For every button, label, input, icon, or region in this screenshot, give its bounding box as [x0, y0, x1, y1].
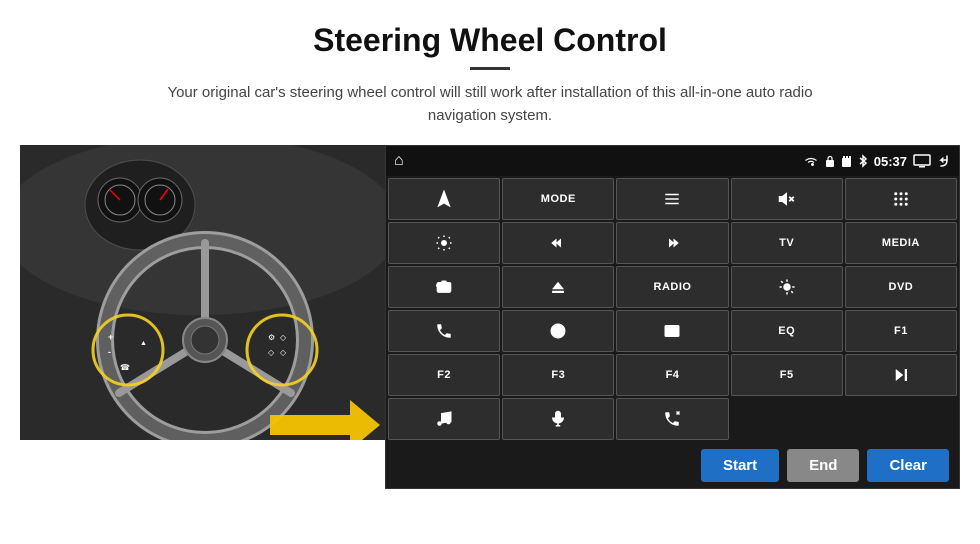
- ctrl-btn-next[interactable]: [616, 222, 728, 264]
- svg-text:360: 360: [437, 283, 443, 287]
- start-button[interactable]: Start: [701, 449, 779, 482]
- title-divider: [470, 67, 510, 70]
- ctrl-btn-phonecall[interactable]: [616, 398, 728, 440]
- control-panel: ⌂: [385, 145, 960, 489]
- ctrl-btn-empty2[interactable]: [845, 398, 957, 440]
- screen-icon: [913, 154, 931, 168]
- ctrl-btn-dvd[interactable]: DVD: [845, 266, 957, 308]
- ctrl-btn-settings[interactable]: [388, 222, 500, 264]
- svg-text:▲: ▲: [140, 340, 147, 347]
- status-bar: ⌂: [386, 146, 959, 176]
- svg-text:☎: ☎: [120, 363, 130, 372]
- ctrl-btn-mic[interactable]: [502, 398, 614, 440]
- ctrl-btn-brightness[interactable]: [731, 266, 843, 308]
- ctrl-btn-navigate[interactable]: [388, 178, 500, 220]
- ctrl-btn-music[interactable]: [388, 398, 500, 440]
- button-grid: MODE TVMEDIA 360 RADIO DVDEQF1 F2F3F4F5: [386, 176, 959, 442]
- sd-icon: [841, 155, 852, 168]
- ctrl-btn-tv[interactable]: TV: [731, 222, 843, 264]
- page-subtitle: Your original car's steering wheel contr…: [140, 82, 840, 127]
- ctrl-btn-phone[interactable]: [388, 310, 500, 352]
- status-time: 05:37: [874, 154, 907, 169]
- ctrl-btn-apps[interactable]: [845, 178, 957, 220]
- ctrl-btn-f4[interactable]: F4: [616, 354, 728, 396]
- ctrl-btn-f3[interactable]: F3: [502, 354, 614, 396]
- svg-text:◇: ◇: [268, 348, 275, 357]
- ctrl-btn-f5[interactable]: F5: [731, 354, 843, 396]
- lock-icon: [825, 155, 835, 168]
- ctrl-btn-empty1[interactable]: [731, 398, 843, 440]
- ctrl-btn-f1[interactable]: F1: [845, 310, 957, 352]
- ctrl-btn-mute[interactable]: [731, 178, 843, 220]
- main-content: + - ☎ ▲ ⚙ ◇ ◇ ◇ ⌂: [0, 145, 980, 489]
- bluetooth-icon: [858, 154, 868, 168]
- svg-text:+: +: [108, 332, 113, 342]
- ctrl-btn-list[interactable]: [616, 178, 728, 220]
- page-title: Steering Wheel Control: [0, 0, 980, 59]
- wifi-icon: [803, 155, 819, 167]
- ctrl-btn-globe[interactable]: [502, 310, 614, 352]
- car-image: + - ☎ ▲ ⚙ ◇ ◇ ◇: [20, 145, 385, 440]
- back-icon[interactable]: [937, 154, 951, 168]
- clear-button[interactable]: Clear: [867, 449, 949, 482]
- ctrl-btn-eject[interactable]: [502, 266, 614, 308]
- ctrl-btn-media[interactable]: MEDIA: [845, 222, 957, 264]
- svg-text:-: -: [108, 347, 111, 357]
- ctrl-btn-window[interactable]: [616, 310, 728, 352]
- home-icon[interactable]: ⌂: [394, 152, 404, 170]
- ctrl-btn-radio[interactable]: RADIO: [616, 266, 728, 308]
- svg-text:⚙: ⚙: [268, 333, 275, 342]
- bottom-bar: Start End Clear: [386, 442, 959, 488]
- ctrl-btn-f2[interactable]: F2: [388, 354, 500, 396]
- svg-text:◇: ◇: [280, 333, 287, 342]
- ctrl-btn-cam360[interactable]: 360: [388, 266, 500, 308]
- ctrl-btn-eq[interactable]: EQ: [731, 310, 843, 352]
- ctrl-btn-playpause[interactable]: [845, 354, 957, 396]
- end-button[interactable]: End: [787, 449, 859, 482]
- svg-text:◇: ◇: [280, 348, 287, 357]
- ctrl-btn-prev[interactable]: [502, 222, 614, 264]
- ctrl-btn-mode[interactable]: MODE: [502, 178, 614, 220]
